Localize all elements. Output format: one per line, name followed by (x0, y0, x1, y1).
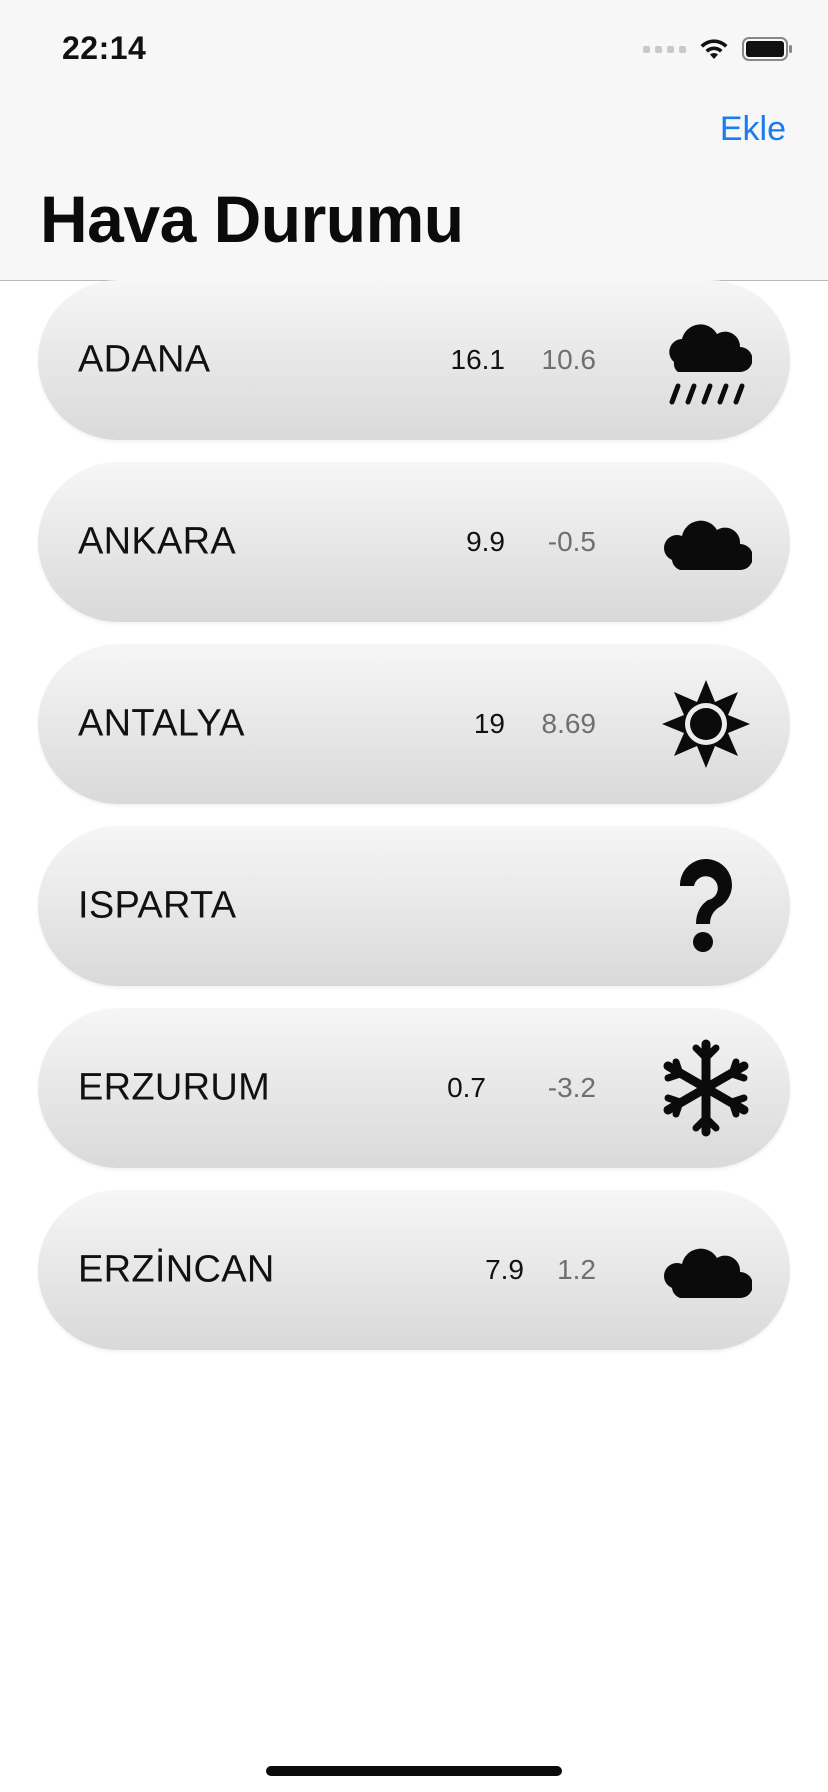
status-indicators (643, 36, 794, 62)
wifi-icon (698, 37, 730, 61)
city-row-erzurum[interactable]: ERZURUM 0.7 -3.2 (38, 1008, 790, 1168)
navigation-header: 22:14 Ekle Hava Durumu (0, 0, 828, 281)
temp-high: 9.9 (466, 526, 505, 557)
temp-low: 1.2 (557, 1254, 596, 1285)
sun-icon (660, 678, 752, 770)
city-row-isparta[interactable]: ISPARTA (38, 826, 790, 986)
page-title: Hava Durumu (40, 182, 464, 256)
temp-high: 19 (473, 708, 505, 739)
question-icon (660, 858, 752, 952)
city-row-antalya[interactable]: ANTALYA 19 8.69 (38, 644, 790, 804)
temp-high: 7.9 (485, 1254, 524, 1285)
temp-high: 0.7 (447, 1072, 486, 1103)
temp-low: 10.6 (541, 344, 597, 375)
temp-low: -3.2 (547, 1072, 596, 1103)
temp-high: 16.1 (450, 344, 506, 375)
cellular-signal-icon (643, 45, 686, 53)
city-row-adana[interactable]: ADANA 16.1 10.6 (38, 280, 790, 440)
city-name: ANTALYA (78, 702, 245, 745)
cloud-icon (660, 1224, 752, 1316)
cloud-rain-icon (660, 314, 752, 406)
city-name: ERZURUM (78, 1066, 271, 1109)
status-time: 22:14 (62, 30, 147, 66)
city-name: ISPARTA (78, 884, 237, 927)
home-indicator[interactable] (266, 1766, 562, 1776)
battery-icon (742, 36, 794, 62)
city-row-ankara[interactable]: ANKARA 9.9 -0.5 (38, 462, 790, 622)
temp-low: 8.69 (541, 708, 597, 739)
cloud-icon (660, 496, 752, 588)
city-name: ANKARA (78, 520, 237, 563)
add-button[interactable]: Ekle (720, 110, 786, 149)
snowflake-icon (660, 1039, 752, 1137)
city-list: ADANA 16.1 10.6 ANKARA 9.9 -0.5 ANTALYA … (38, 280, 790, 1372)
city-name: ADANA (78, 338, 211, 381)
city-row-erzincan[interactable]: ERZİNCAN 7.9 1.2 (38, 1190, 790, 1350)
temp-low: -0.5 (547, 526, 596, 557)
city-name: ERZİNCAN (78, 1248, 275, 1291)
